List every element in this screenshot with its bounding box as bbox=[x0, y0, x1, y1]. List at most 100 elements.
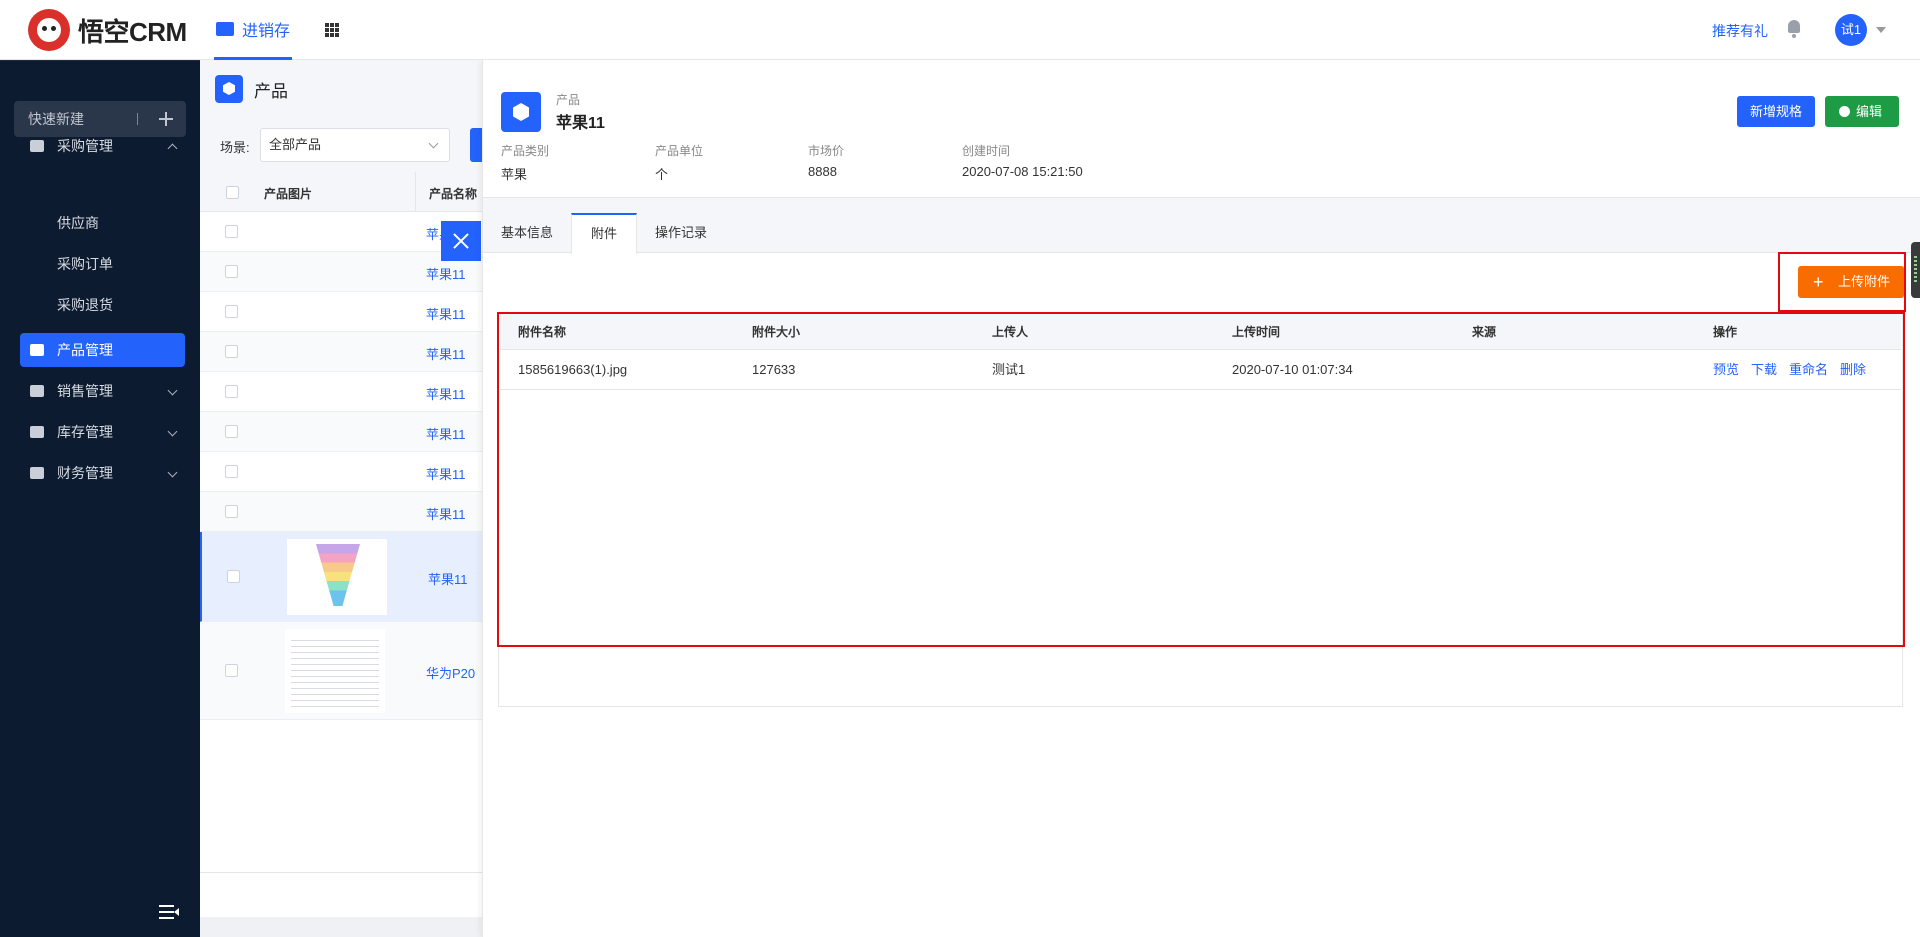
tab-inventory-label: 进销存 bbox=[242, 22, 291, 40]
cart-icon bbox=[30, 140, 44, 152]
product-name-link[interactable]: 苹果11 bbox=[426, 304, 466, 323]
cube-icon bbox=[501, 92, 541, 132]
logo-text: 悟空CRM bbox=[78, 16, 187, 47]
sidebar-item-label: 销售管理 bbox=[57, 383, 113, 399]
sidebar-item-label: 财务管理 bbox=[57, 465, 113, 481]
sidebar: 快速新建 采购管理 供应商 采购订单 采购退货 产品管理 销售管理 库存管理 财… bbox=[0, 60, 200, 937]
collapse-sidebar-icon[interactable] bbox=[159, 905, 179, 919]
table-row[interactable]: 苹果11 bbox=[200, 452, 482, 492]
meta-label: 产品单位 bbox=[655, 144, 704, 158]
meta-label: 市场价 bbox=[808, 144, 845, 158]
scene-label: 场景: bbox=[220, 140, 250, 155]
avatar[interactable]: 试1 bbox=[1835, 14, 1867, 46]
table-row[interactable]: 苹果11 bbox=[200, 372, 482, 412]
tab-inventory[interactable]: 进销存 bbox=[214, 0, 293, 60]
product-name-link[interactable]: 苹果11 bbox=[426, 464, 466, 483]
meta-label: 产品类别 bbox=[501, 144, 550, 158]
row-checkbox[interactable] bbox=[225, 305, 238, 318]
product-name-link[interactable]: 苹果11 bbox=[426, 504, 466, 523]
divider bbox=[415, 172, 416, 212]
row-checkbox[interactable] bbox=[225, 505, 238, 518]
tab-operation-log[interactable]: 操作记录 bbox=[637, 213, 725, 253]
sidebar-item-product[interactable]: 产品管理 bbox=[20, 333, 185, 367]
row-checkbox[interactable] bbox=[227, 570, 240, 583]
scroll-handle[interactable] bbox=[1911, 242, 1920, 298]
chevron-down-icon bbox=[167, 467, 178, 478]
list-action-button[interactable] bbox=[470, 128, 482, 162]
table-row[interactable]: 苹果11 bbox=[200, 532, 482, 622]
warehouse-icon bbox=[30, 426, 44, 438]
cube-icon bbox=[30, 344, 44, 356]
select-all-checkbox[interactable] bbox=[226, 186, 239, 199]
tag-icon bbox=[30, 385, 44, 397]
product-name-link[interactable]: 苹果11 bbox=[428, 569, 468, 588]
table-row[interactable]: 华为P20 bbox=[200, 622, 482, 720]
meta-value: 2020-07-08 15:21:50 bbox=[962, 164, 1083, 179]
monkey-logo-icon bbox=[28, 9, 70, 51]
row-checkbox[interactable] bbox=[225, 225, 238, 238]
edit-button-label: 编辑 bbox=[1855, 104, 1882, 119]
chevron-down-icon bbox=[167, 426, 178, 437]
wallet-icon bbox=[30, 467, 44, 479]
meta-value: 个 bbox=[655, 167, 669, 182]
detail-title: 苹果11 bbox=[556, 115, 605, 132]
sidebar-item-label: 采购管理 bbox=[57, 138, 113, 154]
product-thumbnail[interactable] bbox=[287, 539, 387, 615]
upload-attachment-button[interactable]: + 上传附件 bbox=[1798, 266, 1904, 298]
sidebar-item-supplier[interactable]: 供应商 bbox=[57, 213, 99, 233]
product-table-header: 产品图片 产品名称 bbox=[200, 172, 482, 212]
plus-icon bbox=[158, 111, 174, 127]
table-row[interactable]: 苹果11 bbox=[200, 212, 482, 252]
edit-button[interactable]: 编辑 bbox=[1825, 96, 1899, 127]
bell-icon[interactable] bbox=[1786, 20, 1802, 38]
close-panel-button[interactable] bbox=[441, 221, 481, 261]
edit-icon bbox=[1839, 106, 1850, 117]
divider bbox=[483, 197, 1920, 213]
divider bbox=[137, 113, 138, 125]
cube-icon bbox=[215, 75, 243, 103]
row-checkbox[interactable] bbox=[225, 664, 238, 677]
product-name-link[interactable]: 苹果11 bbox=[426, 424, 466, 443]
upload-attachment-label: 上传附件 bbox=[1838, 274, 1891, 289]
tab-attachments[interactable]: 附件 bbox=[571, 213, 637, 254]
funnel-image bbox=[316, 544, 360, 606]
product-name-link[interactable]: 苹果11 bbox=[426, 384, 466, 403]
table-row[interactable]: 苹果11 bbox=[200, 292, 482, 332]
sidebar-item-sales[interactable]: 销售管理 bbox=[0, 374, 200, 408]
logo[interactable]: 悟空CRM bbox=[28, 9, 187, 51]
product-name-link[interactable]: 苹果11 bbox=[426, 344, 466, 363]
sidebar-item-purchase[interactable]: 采购管理 bbox=[0, 129, 200, 163]
table-row[interactable]: 苹果11 bbox=[200, 332, 482, 372]
table-row[interactable]: 苹果11 bbox=[200, 492, 482, 532]
quick-new-label: 快速新建 bbox=[28, 111, 84, 127]
sidebar-item-purchase-order[interactable]: 采购订单 bbox=[57, 254, 113, 274]
row-checkbox[interactable] bbox=[225, 465, 238, 478]
chevron-down-icon[interactable] bbox=[1876, 27, 1886, 33]
sidebar-item-purchase-return[interactable]: 采购退货 bbox=[57, 295, 113, 315]
column-header: 产品图片 bbox=[264, 187, 313, 201]
product-thumbnail[interactable] bbox=[285, 629, 385, 713]
apps-grid-icon[interactable] bbox=[325, 23, 339, 37]
row-checkbox[interactable] bbox=[225, 425, 238, 438]
sidebar-item-finance[interactable]: 财务管理 bbox=[0, 456, 200, 490]
recommend-link[interactable]: 推荐有礼 bbox=[1712, 21, 1768, 41]
page-title-label: 产品 bbox=[254, 81, 288, 101]
row-checkbox[interactable] bbox=[225, 345, 238, 358]
inventory-icon bbox=[216, 21, 234, 36]
meta-value: 苹果 bbox=[501, 167, 528, 182]
sidebar-item-stock[interactable]: 库存管理 bbox=[0, 415, 200, 449]
tab-basic-info[interactable]: 基本信息 bbox=[483, 213, 571, 253]
detail-type-label: 产品 bbox=[556, 93, 581, 107]
scene-select[interactable]: 全部产品 bbox=[260, 128, 450, 162]
table-row[interactable]: 苹果11 bbox=[200, 252, 482, 292]
product-name-link[interactable]: 苹果11 bbox=[426, 264, 466, 283]
table-row[interactable]: 苹果11 bbox=[200, 412, 482, 452]
row-checkbox[interactable] bbox=[225, 265, 238, 278]
add-spec-button[interactable]: 新增规格 bbox=[1737, 96, 1815, 127]
page-title: 产品 bbox=[215, 75, 288, 103]
sidebar-item-label: 库存管理 bbox=[57, 424, 113, 440]
meta-value: 8888 bbox=[808, 164, 837, 179]
sidebar-item-label: 产品管理 bbox=[57, 342, 113, 358]
product-name-link[interactable]: 华为P20 bbox=[426, 663, 475, 682]
row-checkbox[interactable] bbox=[225, 385, 238, 398]
